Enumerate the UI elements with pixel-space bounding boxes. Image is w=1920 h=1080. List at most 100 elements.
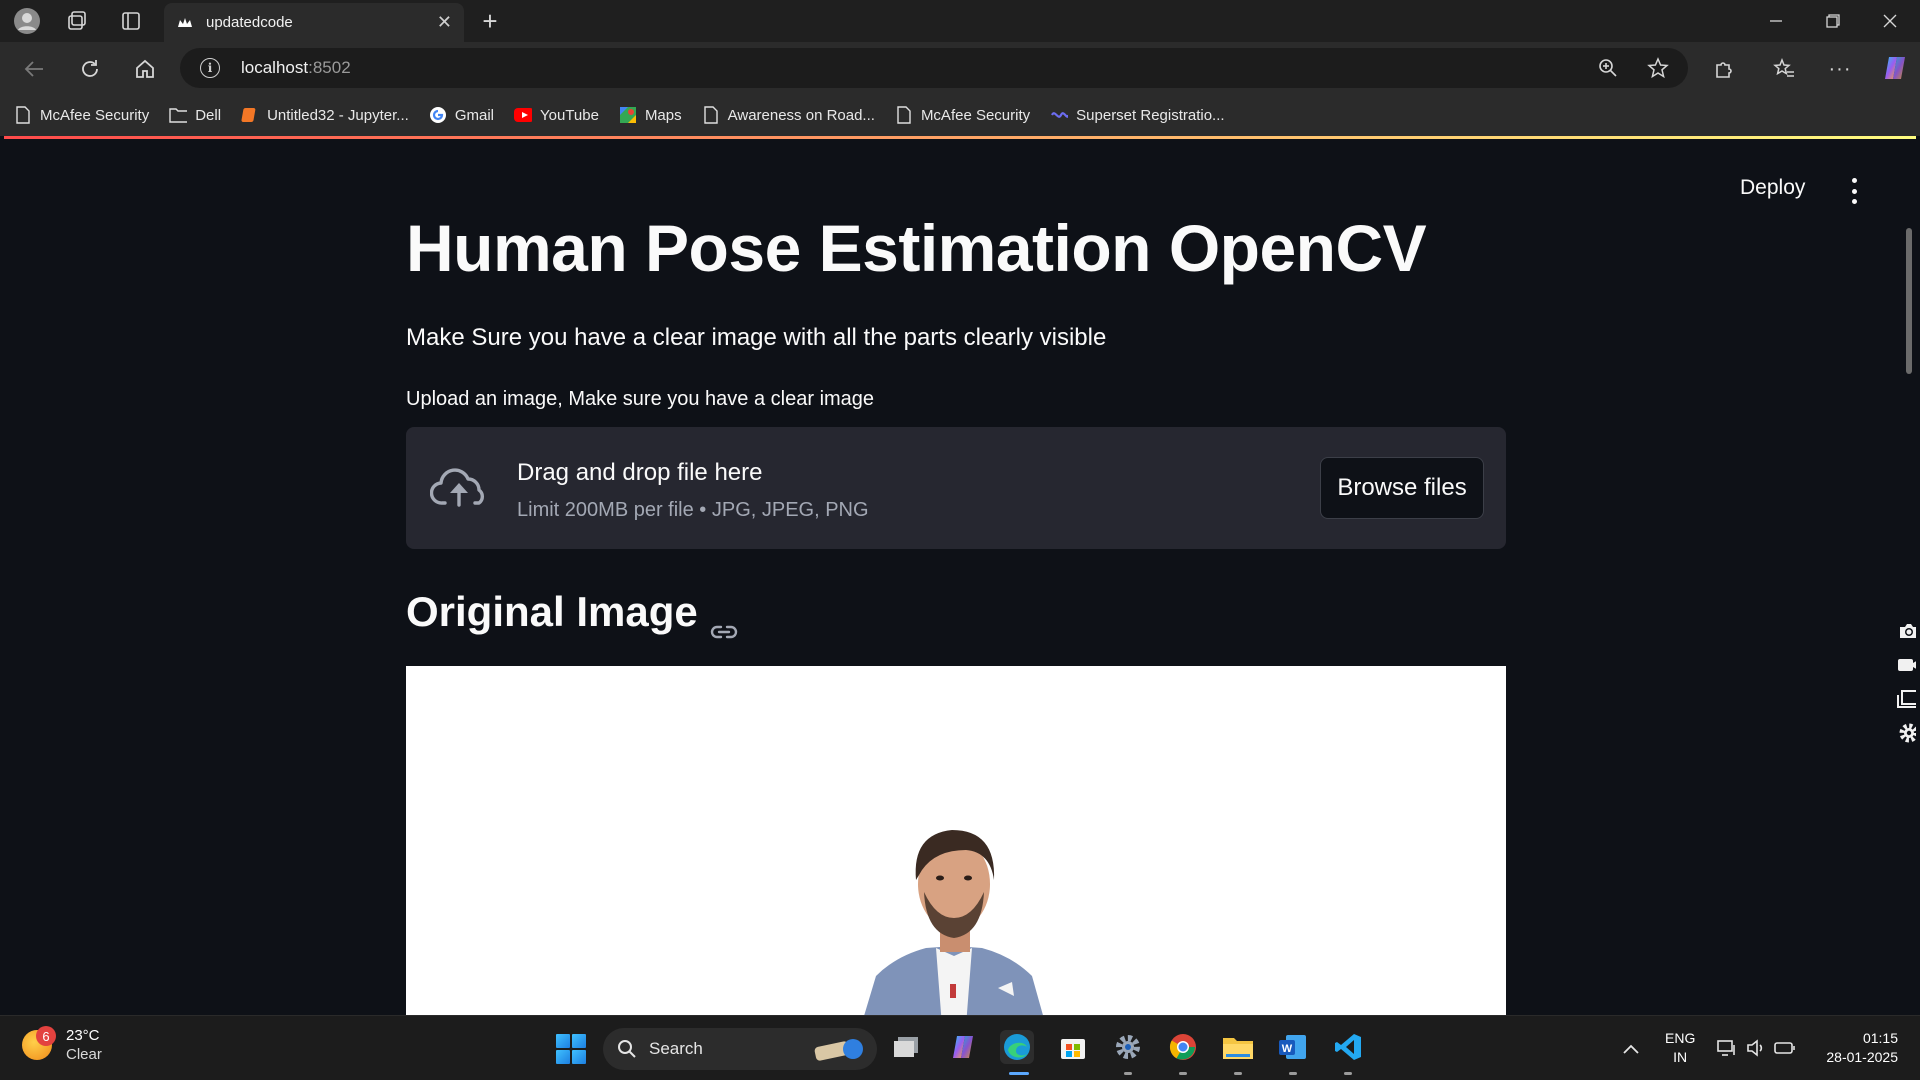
favorites-icon[interactable] (1770, 55, 1798, 83)
battery-icon[interactable] (1774, 1037, 1796, 1059)
profile-avatar-icon[interactable] (12, 6, 42, 36)
bookmark-item[interactable]: Awareness on Road... (702, 106, 875, 124)
google-icon (429, 106, 447, 124)
running-indicator (1289, 1072, 1297, 1075)
running-indicator (1179, 1072, 1187, 1075)
tab-updatedcode[interactable]: updatedcode ✕ (164, 3, 464, 42)
bookmark-item[interactable]: McAfee Security (895, 106, 1030, 124)
jupyter-icon (241, 106, 259, 124)
deploy-button[interactable]: Deploy (1740, 176, 1805, 200)
original-image (406, 666, 1506, 1015)
volume-icon[interactable] (1745, 1037, 1767, 1059)
bookmarks-bar: McAfee Security Dell Untitled32 - Jupyte… (0, 94, 1920, 136)
main-menu-icon[interactable] (1846, 178, 1862, 204)
bookmark-item[interactable]: Dell (169, 106, 221, 124)
site-info-icon[interactable]: i (200, 58, 220, 78)
word-icon[interactable]: W (1276, 1030, 1310, 1064)
camera-icon[interactable] (1894, 614, 1916, 648)
app-viewport: Deploy Human Pose Estimation OpenCV Make… (4, 136, 1916, 1015)
minimize-icon[interactable] (1762, 8, 1790, 34)
uploader-label: Upload an image, Make sure you have a cl… (406, 388, 875, 410)
bookmark-item[interactable]: McAfee Security (14, 106, 149, 124)
more-options-icon[interactable]: ··· (1826, 55, 1854, 83)
header-decoration-bar (4, 136, 1916, 139)
superset-icon (1050, 106, 1069, 124)
show-hidden-icons-chevron-icon[interactable] (1620, 1038, 1642, 1060)
settings-gear-icon[interactable] (1894, 716, 1916, 750)
side-toolbar (1894, 614, 1916, 750)
page-icon (14, 106, 32, 124)
anchor-link-icon[interactable] (710, 603, 738, 639)
new-tab-icon[interactable]: + (476, 6, 504, 36)
zoom-icon[interactable] (1596, 56, 1620, 80)
running-indicator (1344, 1072, 1352, 1075)
vscode-icon[interactable] (1331, 1030, 1365, 1064)
close-window-icon[interactable] (1876, 8, 1904, 34)
bookmark-item[interactable]: Untitled32 - Jupyter... (241, 106, 409, 124)
search-label: Search (649, 1039, 703, 1058)
start-windows-icon[interactable] (556, 1034, 586, 1064)
bookmark-item[interactable]: Maps (619, 106, 682, 124)
weather-widget[interactable]: 6 23°C Clear (22, 1026, 102, 1064)
url-text: localhost:8502 (241, 58, 351, 77)
temperature: 23°C (66, 1027, 100, 1044)
bookmark-label: Gmail (454, 106, 494, 124)
vertical-tabs-icon[interactable] (118, 8, 144, 34)
bookmark-label: Superset Registratio... (1076, 106, 1225, 124)
section-heading-text: Original Image (406, 588, 698, 635)
back-icon[interactable] (20, 55, 48, 83)
bookmark-label: Awareness on Road... (727, 106, 875, 124)
dropzone-limit-text: Limit 200MB per file • JPG, JPEG, PNG (517, 499, 869, 521)
scrollbar-thumb[interactable] (1906, 228, 1912, 374)
bookmark-label: McAfee Security (40, 106, 150, 124)
search-highlight-icon (814, 1039, 863, 1061)
address-bar[interactable]: i localhost:8502 (180, 48, 1688, 88)
chrome-icon[interactable] (1166, 1030, 1200, 1064)
file-explorer-icon[interactable] (1221, 1030, 1255, 1064)
network-icon[interactable] (1716, 1037, 1738, 1059)
tab-title: updatedcode (206, 14, 293, 31)
page-icon (895, 106, 913, 124)
screenshot-window-icon[interactable] (1894, 682, 1916, 716)
clock-date: 28-01-2025 (1826, 1049, 1898, 1065)
video-camera-icon[interactable] (1894, 648, 1916, 682)
copilot-icon[interactable] (1880, 53, 1910, 83)
browser-tab-bar: updatedcode ✕ + (0, 0, 1920, 42)
section-heading: Original Image (406, 588, 738, 639)
bookmark-label: Dell (195, 106, 222, 124)
language-code: ENG (1665, 1030, 1696, 1046)
svg-text:W: W (1282, 1043, 1293, 1055)
browse-files-button[interactable]: Browse files (1320, 457, 1484, 519)
task-view-icon[interactable] (890, 1030, 924, 1064)
microsoft-store-icon[interactable] (1056, 1030, 1090, 1064)
settings-app-icon[interactable] (1111, 1030, 1145, 1064)
person-photo (406, 666, 1506, 1015)
weather-sun-icon: 6 (22, 1026, 56, 1060)
running-indicator (1124, 1072, 1132, 1075)
maps-icon (619, 106, 637, 124)
edge-browser-icon[interactable] (1000, 1030, 1034, 1064)
copilot-app-icon[interactable] (946, 1030, 980, 1064)
active-indicator (1009, 1072, 1029, 1075)
home-icon[interactable] (131, 55, 159, 83)
bookmark-item[interactable]: Superset Registratio... (1050, 106, 1225, 124)
cloud-upload-icon (429, 465, 488, 509)
extensions-icon[interactable] (1710, 55, 1738, 83)
search-icon (618, 1040, 636, 1058)
clock-time: 01:15 (1862, 1030, 1898, 1046)
bookmark-item[interactable]: Gmail (429, 106, 494, 124)
tab-close-icon[interactable]: ✕ (437, 12, 452, 33)
system-clock[interactable]: 01:15 28-01-2025 (1810, 1029, 1898, 1067)
refresh-icon[interactable] (76, 55, 104, 83)
bookmark-item[interactable]: YouTube (513, 106, 599, 124)
taskbar-search[interactable]: Search (603, 1028, 877, 1070)
page-subtitle: Make Sure you have a clear image with al… (406, 324, 1107, 351)
file-dropzone[interactable]: Drag and drop file here Limit 200MB per … (406, 427, 1506, 549)
language-indicator[interactable]: ENG IN (1665, 1029, 1695, 1067)
bookmark-label: McAfee Security (920, 106, 1031, 124)
favorite-star-icon[interactable] (1646, 56, 1670, 80)
browser-toolbar: i localhost:8502 ··· (0, 42, 1920, 94)
restore-icon[interactable] (1819, 8, 1847, 34)
workspaces-icon[interactable] (64, 8, 90, 34)
running-indicator (1234, 1072, 1242, 1075)
